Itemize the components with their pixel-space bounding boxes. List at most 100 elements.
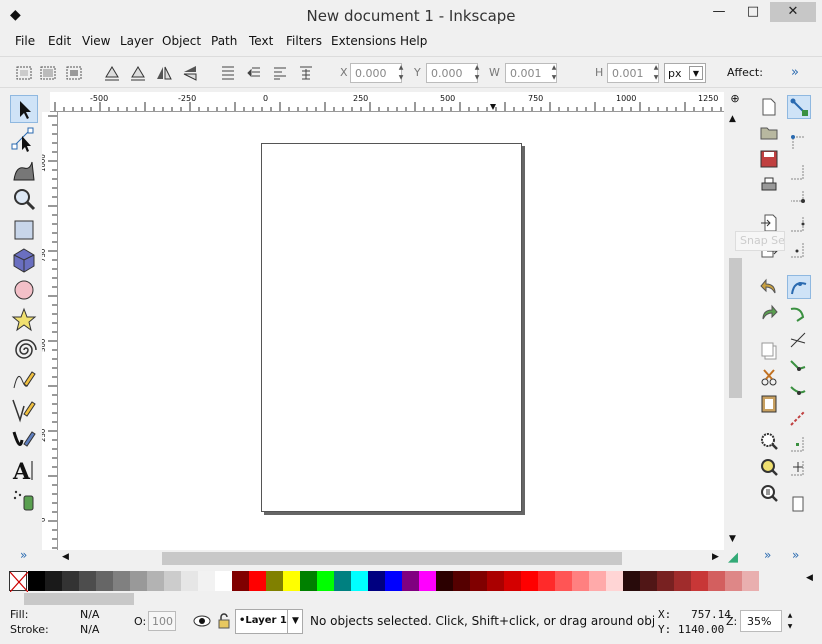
menu-path[interactable]: Path — [211, 34, 237, 48]
snap-smooth-nodes-button[interactable] — [787, 381, 811, 405]
color-swatch[interactable] — [708, 571, 725, 591]
snap-bbox-center-button[interactable] — [787, 239, 811, 263]
snap-more-button[interactable]: » — [792, 548, 799, 562]
color-swatch[interactable] — [419, 571, 436, 591]
color-swatch[interactable] — [470, 571, 487, 591]
color-swatch[interactable] — [62, 571, 79, 591]
new-document-button[interactable] — [759, 97, 779, 117]
palette-menu-arrow-icon[interactable]: ◀ — [806, 573, 813, 583]
lower-to-bottom-icon[interactable] — [296, 63, 316, 83]
color-swatch[interactable] — [113, 571, 130, 591]
zoom-spin-arrows[interactable]: ▲ ▼ — [785, 610, 795, 632]
palette-scroll-thumb[interactable] — [24, 593, 134, 605]
color-swatch[interactable] — [725, 571, 742, 591]
scroll-down-arrow-icon[interactable]: ▼ — [729, 534, 736, 544]
zoom-tool[interactable] — [10, 186, 38, 214]
paste-button[interactable] — [759, 393, 779, 413]
color-swatch[interactable] — [742, 571, 759, 591]
document-page[interactable] — [261, 143, 522, 512]
snap-bbox-button[interactable] — [787, 131, 811, 155]
flip-horizontal-icon[interactable] — [154, 63, 174, 83]
menu-layer[interactable]: Layer — [120, 34, 153, 48]
drawing-canvas[interactable] — [58, 112, 724, 550]
color-swatch[interactable] — [45, 571, 62, 591]
lower-icon[interactable] — [270, 63, 290, 83]
spiral-tool[interactable] — [10, 336, 38, 364]
scroll-left-arrow-icon[interactable]: ◀ — [62, 552, 69, 562]
snap-bbox-corner-button[interactable] — [787, 187, 811, 211]
color-swatch[interactable] — [504, 571, 521, 591]
zoom-fit-corner-icon[interactable]: ⊕ — [726, 92, 744, 112]
scroll-right-arrow-icon[interactable]: ▶ — [712, 552, 719, 562]
snap-bbox-midpoint-button[interactable] — [787, 213, 811, 237]
vertical-scroll-thumb[interactable] — [729, 258, 742, 398]
color-swatch[interactable] — [96, 571, 113, 591]
select-all-layers-icon[interactable] — [38, 63, 58, 83]
color-swatch[interactable] — [215, 571, 232, 591]
color-swatch[interactable] — [453, 571, 470, 591]
3d-box-tool[interactable] — [10, 246, 38, 274]
import-button[interactable] — [759, 213, 779, 233]
color-swatch[interactable] — [266, 571, 283, 591]
snap-page-border-button[interactable] — [787, 493, 811, 517]
maximize-button[interactable]: □ — [738, 2, 768, 22]
redo-button[interactable] — [759, 303, 779, 323]
menu-edit[interactable]: Edit — [48, 34, 71, 48]
color-manage-icon[interactable]: ◢ — [728, 550, 738, 565]
undo-button[interactable] — [759, 277, 779, 297]
layer-lock-icon[interactable] — [217, 612, 231, 630]
zoom-input[interactable]: 35% — [740, 610, 782, 632]
color-swatch[interactable] — [351, 571, 368, 591]
node-tool[interactable] — [10, 126, 38, 154]
snap-object-center-button[interactable] — [787, 433, 811, 457]
color-swatch[interactable] — [300, 571, 317, 591]
minimize-button[interactable]: — — [704, 2, 734, 22]
menu-file[interactable]: File — [15, 34, 35, 48]
width-spin-arrows[interactable]: ▲ ▼ — [549, 63, 559, 83]
calligraphy-tool[interactable] — [10, 426, 38, 454]
rotate-ccw-icon[interactable] — [102, 63, 122, 83]
color-swatch[interactable] — [572, 571, 589, 591]
color-swatch[interactable] — [555, 571, 572, 591]
menu-filters[interactable]: Filters — [286, 34, 322, 48]
color-swatch[interactable] — [164, 571, 181, 591]
raise-icon[interactable] — [244, 63, 264, 83]
deselect-icon[interactable] — [64, 63, 84, 83]
menu-extensions[interactable]: Extensions — [331, 34, 396, 48]
snap-paths-button[interactable] — [787, 303, 811, 327]
raise-to-top-icon[interactable] — [218, 63, 238, 83]
zoom-page-button[interactable] — [759, 483, 779, 503]
snap-nodes-button[interactable] — [787, 275, 811, 299]
flip-vertical-icon[interactable] — [180, 63, 200, 83]
color-swatch[interactable] — [283, 571, 300, 591]
menu-object[interactable]: Object — [162, 34, 201, 48]
close-button[interactable]: ✕ — [770, 2, 816, 22]
color-swatch[interactable] — [674, 571, 691, 591]
color-swatch[interactable] — [487, 571, 504, 591]
save-button[interactable] — [759, 149, 779, 169]
color-swatch[interactable] — [606, 571, 623, 591]
select-all-icon[interactable] — [14, 63, 34, 83]
horizontal-ruler[interactable]: -500 -250 0 250 500 750 1000 1250 — [50, 92, 724, 112]
spray-tool[interactable] — [10, 486, 38, 514]
color-swatch[interactable] — [368, 571, 385, 591]
copy-button[interactable] — [759, 341, 779, 361]
color-swatch[interactable] — [79, 571, 96, 591]
snap-cusp-nodes-button[interactable] — [787, 355, 811, 379]
scroll-up-arrow-icon[interactable]: ▲ — [729, 114, 736, 124]
y-input[interactable]: 0.000 — [426, 63, 478, 83]
stroke-value[interactable]: N/A — [80, 623, 99, 636]
pen-tool[interactable] — [10, 396, 38, 424]
color-swatch[interactable] — [147, 571, 164, 591]
snap-bbox-edge-button[interactable] — [787, 161, 811, 185]
commands-more-button[interactable]: » — [764, 548, 771, 562]
color-swatch[interactable] — [232, 571, 249, 591]
horizontal-scroll-thumb[interactable] — [162, 552, 622, 565]
menu-view[interactable]: View — [82, 34, 110, 48]
star-tool[interactable] — [10, 306, 38, 334]
rotate-cw-icon[interactable] — [128, 63, 148, 83]
color-swatch[interactable] — [317, 571, 334, 591]
color-swatch[interactable] — [130, 571, 147, 591]
cut-button[interactable] — [759, 367, 779, 387]
rectangle-tool[interactable] — [10, 216, 38, 244]
